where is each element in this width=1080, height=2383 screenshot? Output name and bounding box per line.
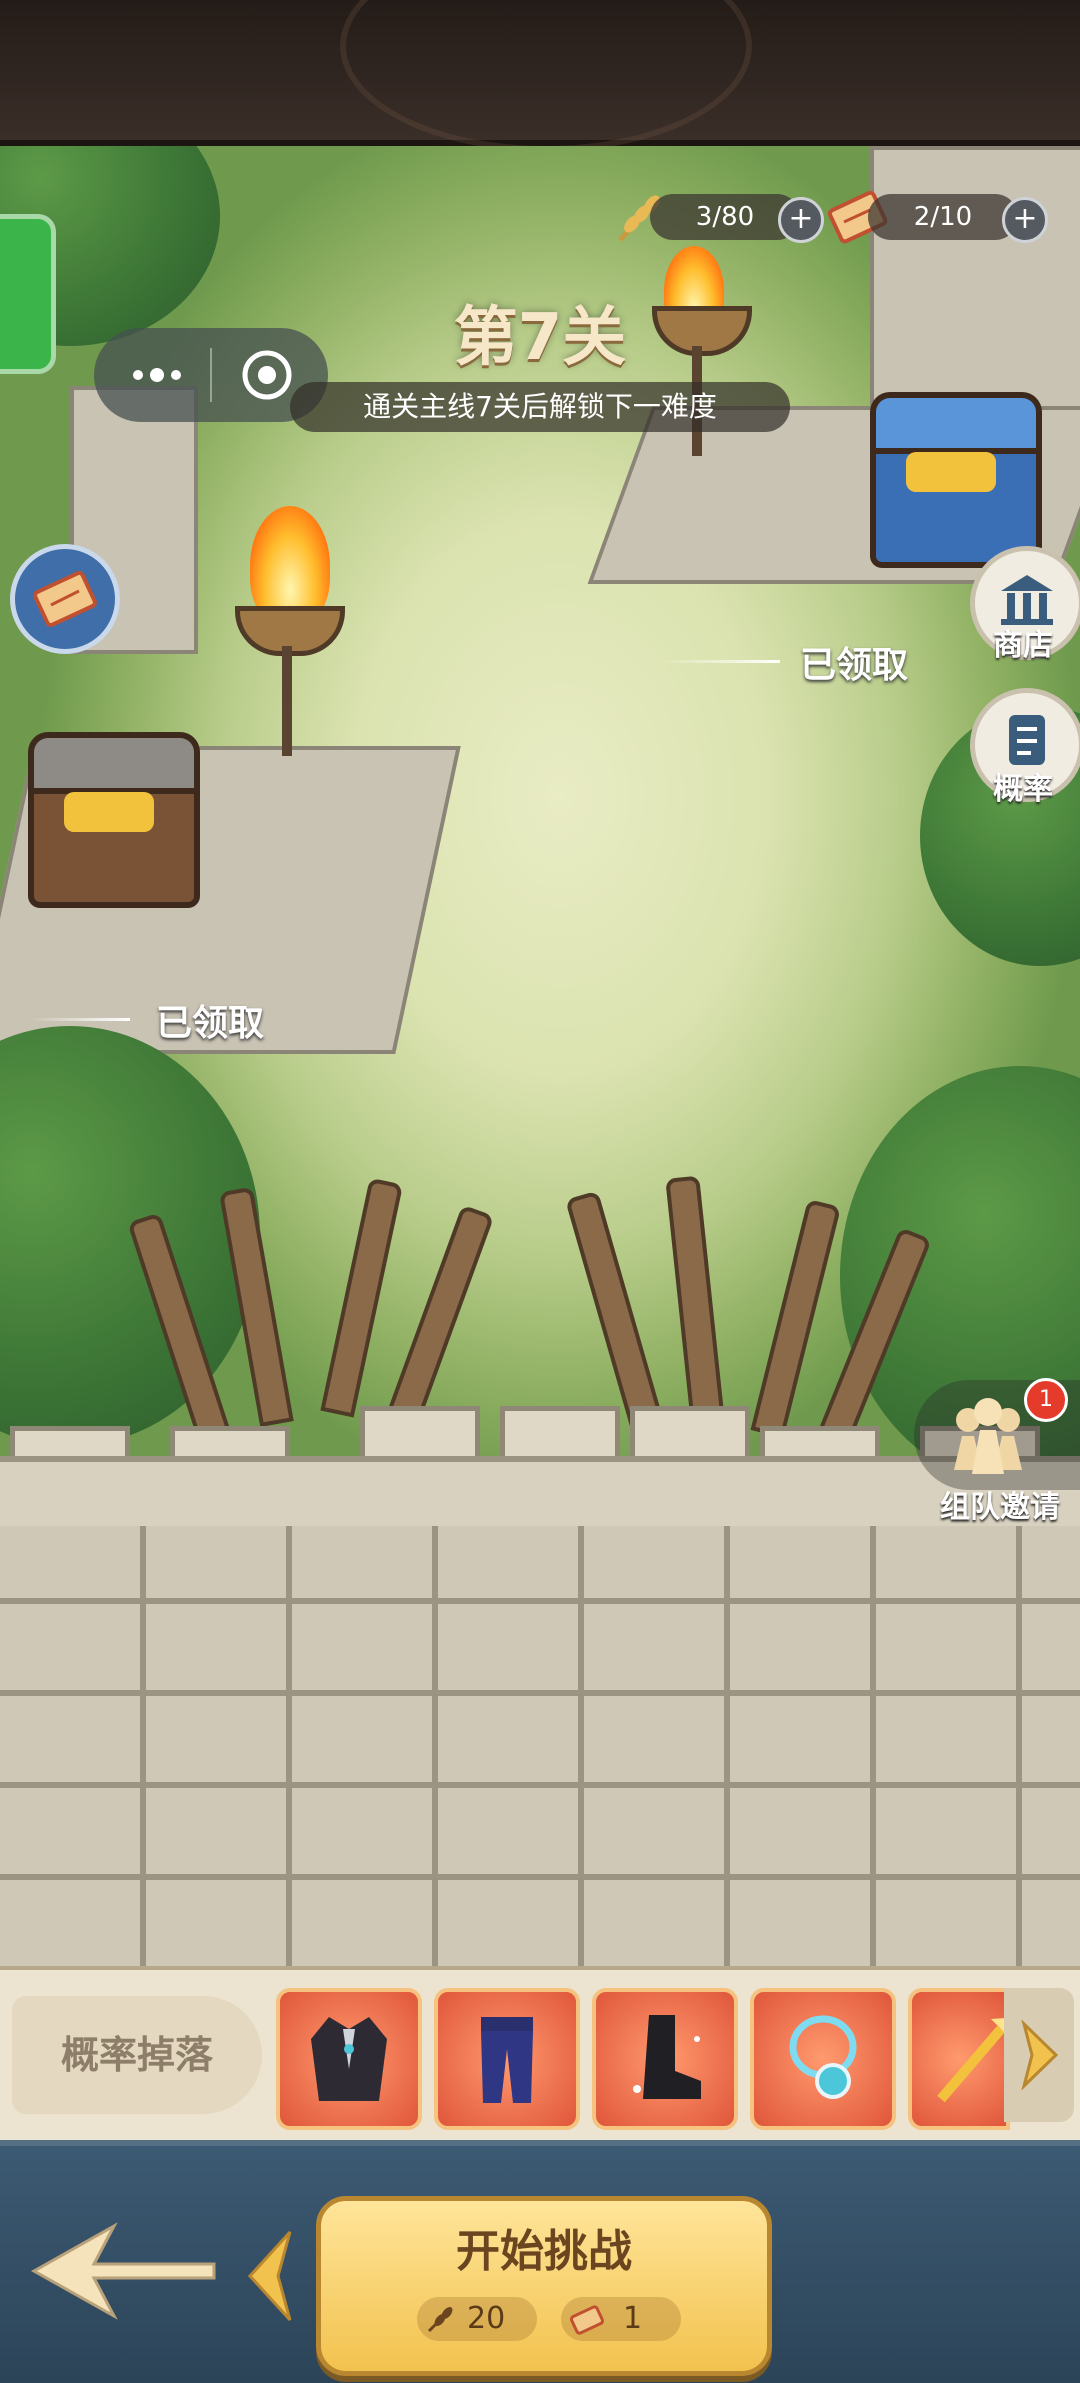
castle-wall [0,1526,1080,1966]
top-banner [0,0,1080,152]
claimed-line [30,1018,130,1021]
add-stamina-button[interactable]: + [778,197,824,243]
chest-right-status: 已领取 [800,645,909,686]
wooden-spike [565,1190,664,1429]
team-invite-badge: 1 [1024,1378,1068,1422]
wooden-spike [665,1175,724,1416]
ticket-icon [569,2305,605,2335]
drop-label: 概率掉落 [12,1996,262,2114]
tree [0,1026,260,1446]
back-arrow-icon [30,2222,216,2320]
chest-lid [870,392,1042,454]
treasure-chest-left[interactable] [28,732,200,908]
drop-item-boots[interactable] [592,1988,738,2130]
chest-gold [64,792,154,832]
chevron-right-icon [1021,2020,1059,2090]
drop-preview-bar: 概率掉落 [0,1966,1080,2144]
probability-label: 概率 [993,772,1053,807]
drop-item-weapon[interactable] [908,1988,1010,2130]
weapon-icon [937,2018,1006,2103]
wooden-spike [381,1204,495,1440]
start-challenge-label: 开始挑战 [456,2226,632,2277]
torch-pole [282,646,292,756]
chest-left-status: 已领取 [156,1003,265,1044]
chest-lid [28,732,200,794]
start-challenge-button[interactable]: 开始挑战 20 1 [316,2196,772,2376]
chevron-left-icon [247,2230,292,2322]
ticket-cost: 1 [561,2297,681,2341]
back-button[interactable] [24,2216,224,2326]
ticket-cost-value: 1 [623,2301,643,2336]
stamina-cost-value: 20 [467,2301,506,2336]
stage-title: 第7关 [453,301,627,375]
pants-icon [481,2017,533,2103]
coat-icon [311,2017,387,2101]
bottom-action-bar: 开始挑战 20 1 [0,2140,1080,2383]
ticket-shortcut-button[interactable] [10,544,120,654]
wooden-spike [750,1198,842,1439]
drop-item-pants[interactable] [434,1988,580,2130]
team-icon [954,1398,1022,1474]
claimed-line [660,660,780,663]
stage-subtitle: 通关主线7关后解锁下一难度 [290,382,790,432]
drop-scroll-next[interactable] [1004,1988,1074,2122]
wheat-icon [427,2307,453,2333]
drop-item-coat[interactable] [276,1988,422,2130]
wall-top [0,1456,1080,1532]
previous-stage-button[interactable] [240,2226,300,2326]
necklace-icon [789,2015,857,2099]
wooden-spike [320,1177,404,1418]
shop-label: 商店 [993,628,1053,663]
drop-item-necklace[interactable] [750,1988,896,2130]
banner-emblem [340,0,752,152]
stamina-cost: 20 [417,2297,537,2341]
ticket-counter: 2/10 [868,194,1018,240]
team-invite-label: 组队邀请 [940,1490,1060,1525]
chest-gold [906,452,996,492]
boots-icon [633,2015,701,2099]
add-ticket-button[interactable]: + [1002,197,1048,243]
